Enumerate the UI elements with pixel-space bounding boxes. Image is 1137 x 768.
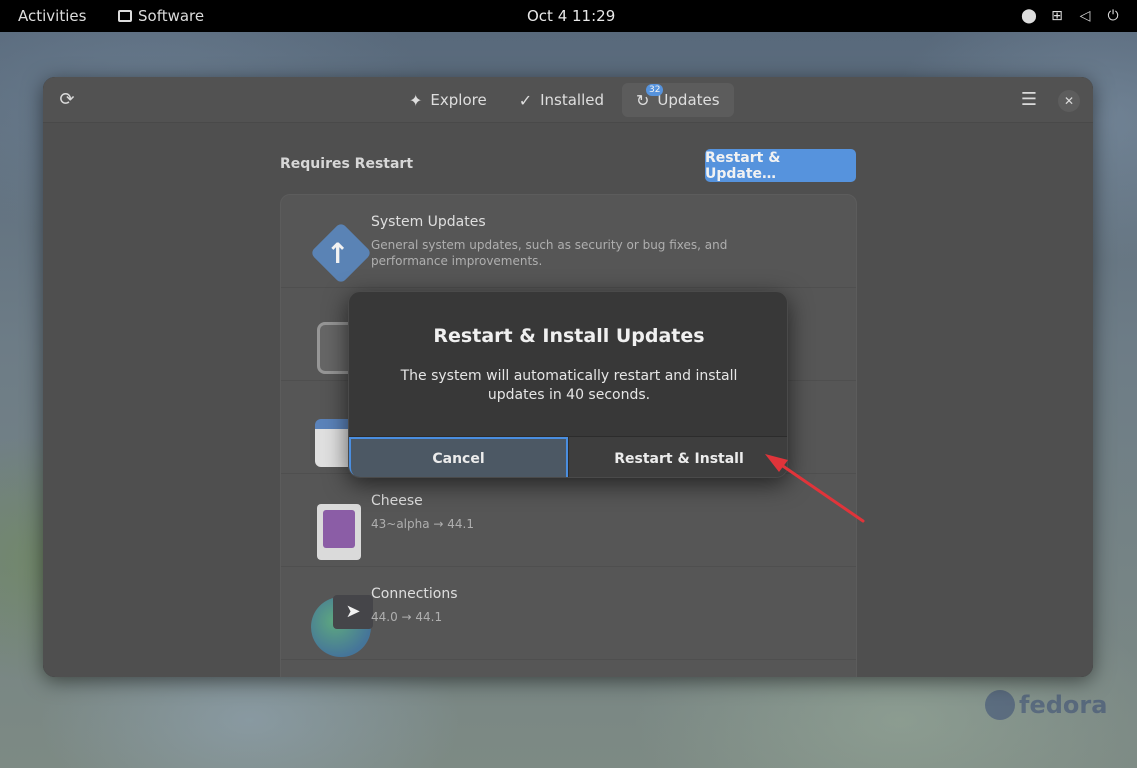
dialog-buttons: Cancel Restart & Install	[349, 436, 787, 477]
system-tray[interactable]: ⬤ ⊞ ◁ ⏻	[1021, 8, 1121, 24]
power-icon[interactable]: ⏻	[1105, 8, 1121, 24]
gnome-top-bar: Activities Software Oct 4 11:29 ⬤ ⊞ ◁ ⏻	[0, 0, 1137, 32]
clock[interactable]: Oct 4 11:29	[527, 7, 615, 25]
dialog-title: Restart & Install Updates	[433, 325, 705, 347]
app-menu[interactable]: Software	[118, 7, 204, 25]
fedora-logo-text: fedora	[1019, 691, 1108, 719]
dialog-body: The system will automatically restart an…	[400, 368, 738, 403]
app-menu-label: Software	[138, 7, 205, 25]
fedora-mark-icon	[985, 690, 1015, 720]
restart-install-button[interactable]: Restart & Install	[568, 437, 787, 477]
volume-icon[interactable]: ◁	[1077, 8, 1093, 24]
software-bag-icon	[118, 10, 132, 22]
network-icon[interactable]: ⊞	[1049, 8, 1065, 24]
location-icon[interactable]: ⬤	[1021, 8, 1037, 24]
cancel-button[interactable]: Cancel	[349, 437, 568, 477]
fedora-logo: fedora	[985, 688, 1107, 722]
activities-button[interactable]: Activities	[18, 7, 86, 25]
restart-dialog: Restart & Install Updates The system wil…	[348, 291, 788, 478]
